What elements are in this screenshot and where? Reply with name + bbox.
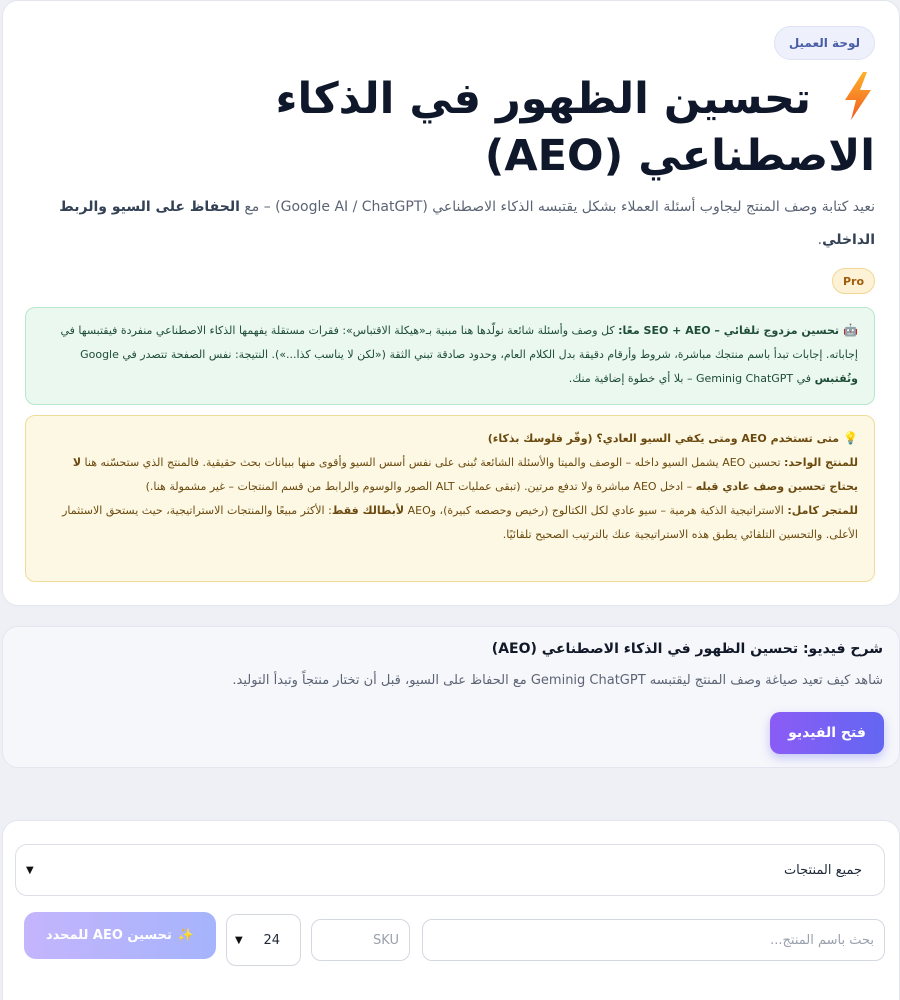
per-page-select[interactable]: 24 ▼	[226, 914, 301, 966]
sku-input[interactable]: SKU	[311, 919, 410, 961]
page-lead: نعيد كتابة وصف المنتج ليجاوب أسئلة العمل…	[25, 191, 875, 257]
usage-guidance-note: 💡متى تستخدم AEO ومتى يكفي السيو العادي؟ …	[25, 415, 875, 582]
whole-store-text1: الاستراتيجية الذكية هرمية – سيو عادي لكل…	[407, 504, 784, 517]
single-product-text2: – ادخل AEO مباشرة ولا تدفع مرتين. (تبقى …	[145, 480, 693, 493]
category-select[interactable]: جميع المنتجات ▼	[15, 844, 885, 896]
note-yellow-head: 💡متى تستخدم AEO ومتى يكفي السيو العادي؟ …	[42, 426, 858, 451]
robot-icon: 🤖	[843, 323, 858, 337]
dual-optimization-note: 🤖تحسين مزدوج تلقائي – SEO + AEO معًا: كل…	[25, 307, 875, 405]
page-title: تحسين الظهور في الذكاء الاصطناعي (AEO)	[25, 71, 875, 185]
product-filter-card: جميع المنتجات ▼ بحث باسم المنتج... SKU 2…	[2, 820, 900, 1000]
bulb-icon: 💡	[843, 431, 858, 445]
lead-text: نعيد كتابة وصف المنتج ليجاوب أسئلة العمل…	[244, 199, 875, 215]
lightning-icon	[837, 71, 875, 128]
video-title: شرح فيديو: تحسين الظهور في الذكاء الاصطن…	[491, 641, 883, 657]
per-page-value: 24	[263, 932, 280, 948]
single-product-label: للمنتج الواحد:	[784, 456, 858, 469]
page-title-text: تحسين الظهور في الذكاء الاصطناعي (AEO)	[275, 74, 875, 181]
category-select-value: جميع المنتجات	[783, 862, 862, 878]
note-green-head: تحسين مزدوج تلقائي – SEO + AEO معًا:	[618, 324, 840, 337]
chevron-down-icon: ▼	[26, 864, 34, 876]
open-video-button[interactable]: فتح الفيديو	[770, 712, 884, 754]
chevron-down-icon: ▼	[235, 934, 243, 946]
optimize-selected-aeo-button[interactable]: ✨ تحسين AEO للمحدد	[24, 912, 216, 959]
aeo-intro-card: لوحة العميل تحسين الظهور في الذكاء الاصط…	[2, 0, 900, 606]
whole-store-label: للمتجر كامل:	[787, 504, 858, 517]
breadcrumb-client-dashboard[interactable]: لوحة العميل	[773, 26, 875, 60]
note-whole-store: للمتجر كامل: الاستراتيجية الذكية هرمية –…	[42, 499, 858, 547]
sparkles-icon: ✨	[177, 928, 195, 943]
pro-badge: Pro	[831, 268, 875, 294]
single-product-text1: تحسين AEO يشمل السيو داخله – الوصف والمي…	[84, 456, 781, 469]
note-green-body2: في Geminig ChatGPT – بلا أي خطوة إضافية …	[568, 372, 812, 385]
note-green-bold: وتُقتبس	[814, 372, 858, 385]
video-explainer-card: شرح فيديو: تحسين الظهور في الذكاء الاصطن…	[2, 626, 900, 768]
product-name-search-input[interactable]: بحث باسم المنتج...	[422, 919, 885, 961]
whole-store-bold: لأبطالك فقط	[331, 504, 405, 517]
note-yellow-head-text: متى تستخدم AEO ومتى يكفي السيو العادي؟ (…	[487, 432, 840, 445]
note-single-product: للمنتج الواحد: تحسين AEO يشمل السيو داخل…	[42, 451, 858, 499]
optimize-selected-label: تحسين AEO للمحدد	[45, 928, 172, 943]
video-description: شاهد كيف تعيد صياغة وصف المنتج ليقتبسه G…	[232, 673, 883, 688]
